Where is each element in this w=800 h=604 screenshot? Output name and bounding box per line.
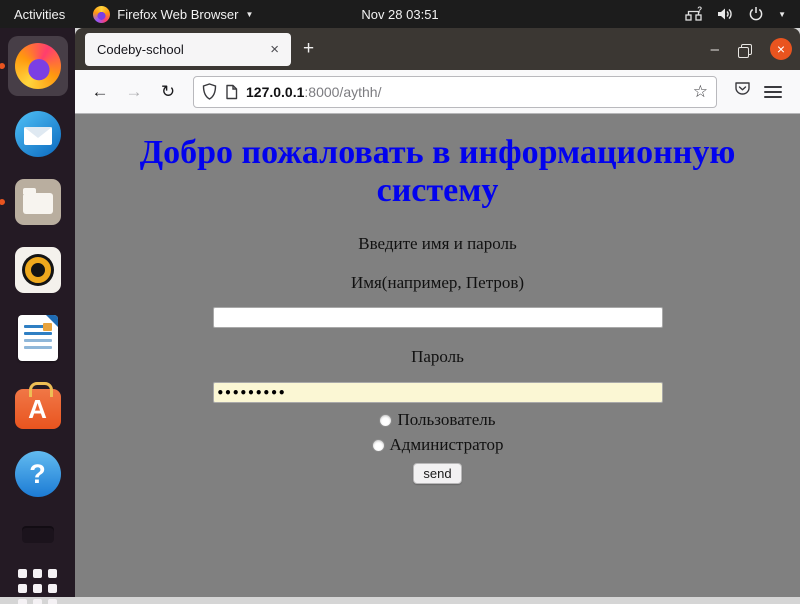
- svg-text:?: ?: [697, 6, 702, 15]
- page-content: Добро пожаловать в информационную систем…: [75, 114, 800, 596]
- rhythmbox-icon: [15, 247, 61, 293]
- dock-item-libreoffice-writer[interactable]: [8, 308, 68, 368]
- url-host: 127.0.0.1: [246, 84, 304, 100]
- radio-row-user[interactable]: Пользователь: [379, 410, 495, 430]
- files-icon: [15, 179, 61, 225]
- running-indicator-dot: [0, 199, 5, 205]
- help-icon: ?: [15, 451, 61, 497]
- volume-icon: [717, 6, 734, 22]
- desktop-bottom-edge: [0, 597, 800, 604]
- app-menu-label: Firefox Web Browser: [117, 7, 238, 22]
- reload-button[interactable]: ↻: [153, 77, 183, 107]
- dock-item-ubuntu-software[interactable]: A: [8, 376, 68, 436]
- pocket-icon[interactable]: [733, 80, 752, 103]
- thunderbird-icon: [15, 111, 61, 157]
- radio-button-user[interactable]: [379, 414, 392, 427]
- url-path: :8000/aythh/: [304, 84, 381, 100]
- power-icon: [748, 6, 764, 22]
- app-menu[interactable]: Firefox Web Browser ▼: [83, 6, 263, 23]
- firefox-icon: [15, 43, 61, 89]
- password-field-label: Пароль: [411, 347, 464, 367]
- radio-label-admin: Администратор: [390, 435, 504, 455]
- show-applications-button[interactable]: [8, 558, 68, 604]
- dock-item-help[interactable]: ?: [8, 444, 68, 504]
- new-tab-button[interactable]: +: [291, 36, 326, 62]
- close-window-button[interactable]: ×: [770, 38, 792, 60]
- libreoffice-writer-icon: [18, 315, 58, 361]
- back-button[interactable]: ←: [85, 77, 115, 107]
- caret-down-icon: ▼: [778, 10, 786, 19]
- ubuntu-software-icon: A: [15, 389, 61, 429]
- radio-row-admin[interactable]: Администратор: [372, 435, 504, 455]
- tab-title: Codeby-school: [97, 42, 266, 57]
- system-top-bar: Activities Firefox Web Browser ▼ Nov 28 …: [0, 0, 800, 28]
- app-grid-icon: [18, 569, 57, 604]
- restore-button[interactable]: [741, 44, 752, 55]
- dock-item-trash[interactable]: [8, 518, 68, 552]
- name-input[interactable]: [213, 307, 663, 328]
- network-question-icon: ?: [685, 6, 703, 22]
- forward-button[interactable]: →: [119, 77, 149, 107]
- dock-item-firefox[interactable]: [8, 36, 68, 96]
- navigation-toolbar: ← → ↻ 127.0.0.1:8000/aythh/ ☆: [75, 70, 800, 114]
- tab-close-icon[interactable]: ×: [266, 41, 283, 58]
- radio-button-admin[interactable]: [372, 439, 385, 452]
- url-text[interactable]: 127.0.0.1:8000/aythh/: [246, 84, 685, 100]
- page-title: Добро пожаловать в информационную систем…: [138, 134, 738, 210]
- hamburger-menu-icon[interactable]: [764, 91, 782, 93]
- shield-permissions-icon[interactable]: [202, 83, 217, 100]
- dock-item-files[interactable]: [8, 172, 68, 232]
- instruction-text: Введите имя и пароль: [358, 234, 517, 254]
- site-info-page-icon[interactable]: [225, 84, 238, 100]
- name-field-label: Имя(например, Петров): [351, 273, 524, 293]
- running-indicator-dot: [0, 63, 5, 69]
- url-bar[interactable]: 127.0.0.1:8000/aythh/ ☆: [193, 76, 717, 108]
- radio-label-user: Пользователь: [397, 410, 495, 430]
- dock-item-thunderbird[interactable]: [8, 104, 68, 164]
- dock-item-rhythmbox[interactable]: [8, 240, 68, 300]
- caret-down-icon: ▼: [245, 10, 253, 19]
- tab-codeby-school[interactable]: Codeby-school ×: [85, 33, 291, 66]
- trash-icon: [22, 528, 54, 543]
- firefox-mini-icon: [93, 6, 110, 23]
- firefox-window: Codeby-school × + – × ← → ↻ 127.0.0.1:80…: [75, 28, 800, 597]
- activities-button[interactable]: Activities: [0, 7, 83, 22]
- system-tray[interactable]: ? ▼: [685, 6, 800, 22]
- bookmark-star-icon[interactable]: ☆: [693, 82, 708, 102]
- send-button[interactable]: send: [413, 463, 461, 484]
- window-controls: – ×: [707, 28, 792, 70]
- minimize-button[interactable]: –: [707, 41, 723, 58]
- tab-bar: Codeby-school × + – ×: [75, 28, 800, 70]
- password-input[interactable]: [213, 382, 663, 403]
- ubuntu-dock: A ?: [0, 28, 75, 597]
